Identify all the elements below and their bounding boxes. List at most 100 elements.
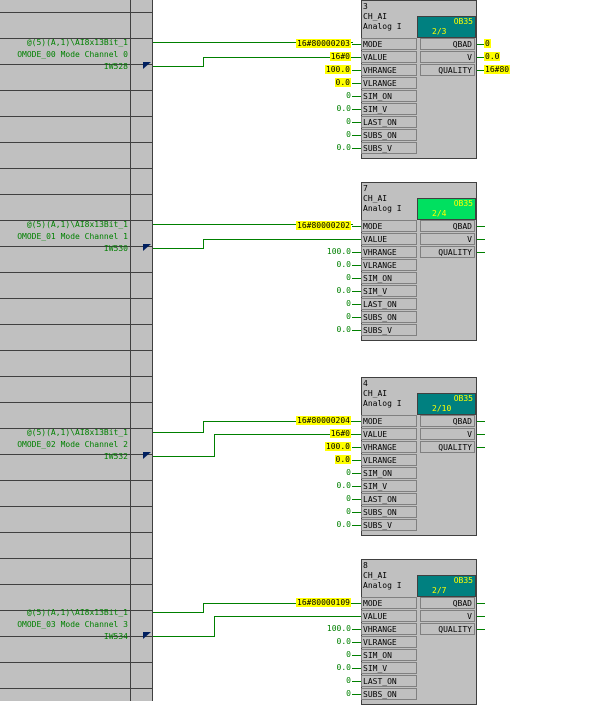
- input-value-subs_on: 0: [346, 311, 351, 323]
- output-pin-qbad[interactable]: QBAD: [420, 220, 475, 232]
- output-pin-v[interactable]: V: [420, 428, 475, 440]
- input-pin-subs_on[interactable]: SUBS_ON: [361, 129, 417, 141]
- pin-value-text: 16#0: [329, 429, 351, 438]
- input-stub-line: [352, 317, 361, 318]
- input-pin-last_on[interactable]: LAST_ON: [361, 298, 417, 310]
- input-value-sim_on: 0: [346, 649, 351, 661]
- input-pin-value[interactable]: VALUE: [361, 610, 417, 622]
- io-address-label: @(5)(A,1)\AI8x13Bit_1: [26, 220, 128, 229]
- pin-value-text: 16#80000109: [296, 598, 351, 607]
- margin-row-divider: [0, 402, 153, 403]
- input-value-value: 16#0: [329, 428, 351, 440]
- pin-value-text: 0.0: [336, 286, 351, 295]
- block-header-desc: Analog I: [363, 399, 402, 408]
- input-pin-mode[interactable]: MODE: [361, 415, 417, 427]
- input-pin-value[interactable]: VALUE: [361, 233, 417, 245]
- input-pin-vhrange[interactable]: VHRANGE: [361, 623, 417, 635]
- input-pin-subs_v[interactable]: SUBS_V: [361, 324, 417, 336]
- output-pin-v[interactable]: V: [420, 233, 475, 245]
- margin-row-divider: [0, 454, 153, 455]
- input-pin-value[interactable]: VALUE: [361, 428, 417, 440]
- output-pin-v[interactable]: V: [420, 51, 475, 63]
- input-pin-vlrange[interactable]: VLRANGE: [361, 454, 417, 466]
- output-stub-line: [477, 629, 485, 630]
- input-stub-line: [352, 304, 361, 305]
- ob-label: OB35: [453, 199, 473, 208]
- input-stub-line: [352, 486, 361, 487]
- input-stub-line: [352, 44, 361, 45]
- connector-arrow-icon[interactable]: [143, 244, 151, 251]
- io-address-label: @(5)(A,1)\AI8x13Bit_1: [26, 38, 128, 47]
- wire-segment: [214, 616, 215, 637]
- input-stub-line: [352, 135, 361, 136]
- output-pin-qbad[interactable]: QBAD: [420, 597, 475, 609]
- pin-value-text: 0: [346, 494, 351, 503]
- block-header-type: CH_AI: [363, 12, 388, 21]
- input-stub-line: [352, 252, 361, 253]
- input-value-vlrange: 0.0: [337, 259, 351, 271]
- input-pin-subs_v[interactable]: SUBS_V: [361, 142, 417, 154]
- input-pin-subs_on[interactable]: SUBS_ON: [361, 506, 417, 518]
- output-pin-quality[interactable]: QUALITY: [420, 246, 475, 258]
- input-pin-sim_v[interactable]: SIM_V: [361, 285, 417, 297]
- input-value-sim_on: 0: [346, 90, 351, 102]
- input-pin-vhrange[interactable]: VHRANGE: [361, 246, 417, 258]
- pin-value-text: 0.0: [336, 481, 351, 490]
- input-pin-sim_v[interactable]: SIM_V: [361, 662, 417, 674]
- input-pin-vhrange[interactable]: VHRANGE: [361, 64, 417, 76]
- output-pin-qbad[interactable]: QBAD: [420, 415, 475, 427]
- input-pin-mode[interactable]: MODE: [361, 220, 417, 232]
- margin-row-divider: [0, 506, 153, 507]
- input-pin-subs_on[interactable]: SUBS_ON: [361, 311, 417, 323]
- input-stub-line: [352, 148, 361, 149]
- pin-value-text: 0: [346, 91, 351, 100]
- input-pin-vlrange[interactable]: VLRANGE: [361, 259, 417, 271]
- block-header-type: CH_AI: [363, 389, 388, 398]
- input-pin-last_on[interactable]: LAST_ON: [361, 493, 417, 505]
- wire-segment: [153, 612, 204, 613]
- input-pin-mode[interactable]: MODE: [361, 38, 417, 50]
- input-pin-vlrange[interactable]: VLRANGE: [361, 636, 417, 648]
- margin-row-divider: [0, 584, 153, 585]
- margin-row-divider: [0, 168, 153, 169]
- input-stub-line: [352, 447, 361, 448]
- margin-row-divider: [0, 532, 153, 533]
- input-stub-line: [352, 434, 361, 435]
- input-pin-subs_on[interactable]: SUBS_ON: [361, 688, 417, 700]
- pin-value-text: 0: [346, 676, 351, 685]
- output-pin-quality[interactable]: QUALITY: [420, 623, 475, 635]
- input-stub-line: [352, 83, 361, 84]
- margin-row-divider: [0, 636, 153, 637]
- channel-comment-label: OMODE_01 Mode Channel 1: [17, 232, 128, 241]
- input-pin-sim_v[interactable]: SIM_V: [361, 480, 417, 492]
- input-pin-sim_on[interactable]: SIM_ON: [361, 649, 417, 661]
- input-value-subs_on: 0: [346, 129, 351, 141]
- input-pin-mode[interactable]: MODE: [361, 597, 417, 609]
- input-pin-vhrange[interactable]: VHRANGE: [361, 441, 417, 453]
- connector-arrow-icon[interactable]: [143, 632, 151, 639]
- connector-arrow-icon[interactable]: [143, 62, 151, 69]
- input-value-subs_v: 0.0: [337, 324, 351, 336]
- input-pin-sim_v[interactable]: SIM_V: [361, 103, 417, 115]
- input-pin-last_on[interactable]: LAST_ON: [361, 116, 417, 128]
- connector-arrow-icon[interactable]: [143, 452, 151, 459]
- wire-segment: [203, 239, 204, 249]
- input-pin-sim_on[interactable]: SIM_ON: [361, 467, 417, 479]
- input-pin-value[interactable]: VALUE: [361, 51, 417, 63]
- wire-segment: [153, 456, 215, 457]
- input-pin-sim_on[interactable]: SIM_ON: [361, 272, 417, 284]
- wire-segment: [203, 57, 204, 67]
- input-value-vlrange: 0.0: [334, 454, 351, 466]
- output-pin-qbad[interactable]: QBAD: [420, 38, 475, 50]
- output-pin-v[interactable]: V: [420, 610, 475, 622]
- input-pin-sim_on[interactable]: SIM_ON: [361, 90, 417, 102]
- input-pin-vlrange[interactable]: VLRANGE: [361, 77, 417, 89]
- input-pin-subs_v[interactable]: SUBS_V: [361, 519, 417, 531]
- output-pin-quality[interactable]: QUALITY: [420, 64, 475, 76]
- output-pin-quality[interactable]: QUALITY: [420, 441, 475, 453]
- ob-sequence: 2/7: [432, 586, 447, 595]
- input-value-vhrange: 100.0: [324, 64, 351, 76]
- block-header-desc: Analog I: [363, 204, 402, 213]
- ob-runtime-badge: OB35 2/7: [417, 575, 476, 597]
- input-pin-last_on[interactable]: LAST_ON: [361, 675, 417, 687]
